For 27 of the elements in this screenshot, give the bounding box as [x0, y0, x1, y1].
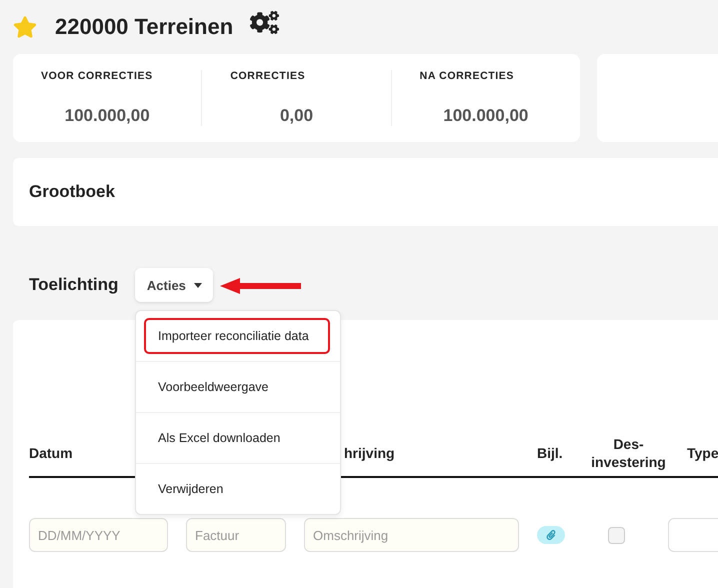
column-header: Bijl.: [537, 444, 564, 462]
star-icon[interactable]: [13, 15, 37, 39]
summary-label: CORRECTIES: [230, 70, 306, 82]
menu-item[interactable]: Voorbeeldweergave: [144, 369, 330, 405]
column-header: Datum: [29, 444, 74, 462]
summary-label: NA CORRECTIES: [420, 70, 515, 82]
date-field[interactable]: DD/MM/YYYY: [29, 518, 168, 552]
page-title: 220000 Terreinen: [55, 14, 234, 40]
column-header: Des- investering: [590, 434, 667, 472]
caret-icon: [194, 282, 202, 288]
summary-value: 100.000,00: [443, 106, 528, 126]
summary-value: 0,00: [280, 106, 314, 126]
description-field[interactable]: Omschrijving: [304, 518, 519, 552]
section-title: Toelichting: [29, 275, 118, 295]
menu-item[interactable]: Importeer reconciliatie data: [144, 318, 330, 354]
invoice-field[interactable]: Factuur: [186, 518, 286, 552]
menu-item[interactable]: Verwijderen: [144, 471, 330, 507]
summary-label: VOOR CORRECTIES: [41, 70, 154, 82]
column-header: Type: [686, 444, 718, 462]
divestment-checkbox[interactable]: [608, 526, 625, 544]
column-header: hrijving: [343, 444, 396, 462]
menu-item[interactable]: Als Excel downloaden: [144, 420, 330, 456]
section-title: Grootboek: [29, 182, 115, 202]
summary-value: 100.000,00: [64, 106, 150, 126]
actions-dropdown[interactable]: Acties: [135, 268, 214, 302]
attachment-button[interactable]: [537, 526, 565, 544]
paperclip-icon: [546, 530, 556, 540]
